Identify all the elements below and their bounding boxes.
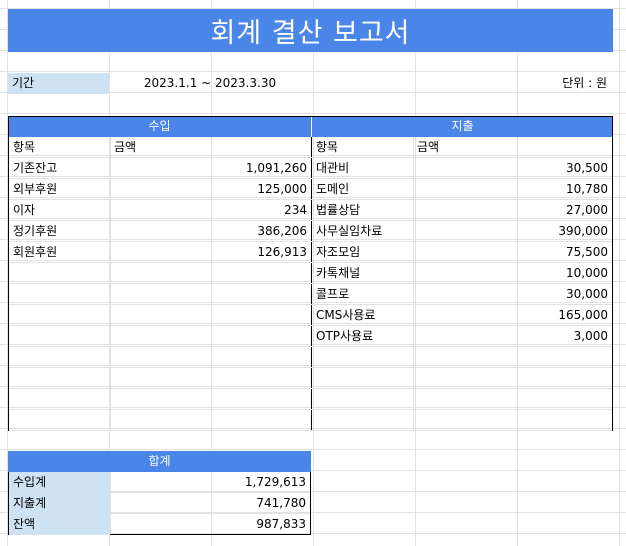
income-expense-table: 항목 금액 기존잔고 1,091,260 외부후원 125,000 이자 234 정기후원 386… <box>8 116 613 431</box>
expense-item-cell[interactable]: 도메인 <box>312 179 413 200</box>
expense-item-cell[interactable]: OTP사용료 <box>312 326 413 347</box>
summary-label-cell[interactable]: 수입계 <box>9 472 110 493</box>
income-amount-cell[interactable]: 126,913 <box>110 242 311 263</box>
expense-item-cell[interactable]: 콜프로 <box>312 284 413 305</box>
summary-label-cell[interactable]: 지출계 <box>9 493 110 514</box>
income-item-cell[interactable]: 이자 <box>9 200 110 221</box>
summary-amount-cell[interactable]: 987,833 <box>110 514 310 535</box>
expense-col-amount[interactable]: 금액 <box>413 137 612 158</box>
expense-amount-cell[interactable]: 390,000 <box>413 221 612 242</box>
income-amount-cell[interactable]: 125,000 <box>110 179 311 200</box>
expense-amount-cell[interactable]: 27,000 <box>413 200 612 221</box>
expense-amount-cell[interactable]: 165,000 <box>413 305 612 326</box>
expense-item-cell[interactable]: 법률상담 <box>312 200 413 221</box>
row-gridline <box>9 388 612 389</box>
income-item-cell[interactable]: 기존잔고 <box>9 158 110 179</box>
expense-amount-cell[interactable]: 75,500 <box>413 242 612 263</box>
expense-col-item[interactable]: 항목 <box>312 137 413 158</box>
income-item-cell[interactable]: 회원후원 <box>9 242 110 263</box>
expense-amount-cell[interactable]: 10,780 <box>413 179 612 200</box>
expense-item-cell[interactable]: 사무실임차료 <box>312 221 413 242</box>
row-gridline <box>110 513 310 514</box>
row-gridline <box>9 430 612 431</box>
unit-label[interactable]: 단위 : 원 <box>511 73 613 94</box>
summary-amount-cell[interactable]: 741,780 <box>110 493 310 514</box>
income-item-cell[interactable]: 외부후원 <box>9 179 110 200</box>
expense-amount-cell[interactable]: 10,000 <box>413 263 612 284</box>
income-item-cell[interactable]: 정기후원 <box>9 221 110 242</box>
row-gridline <box>9 409 612 410</box>
period-value[interactable]: 2023.1.1 ~ 2023.3.30 <box>109 73 311 94</box>
summary-header[interactable]: 합계 <box>8 451 311 472</box>
period-label[interactable]: 기간 <box>8 73 109 94</box>
summary-amount-cell[interactable]: 1,729,613 <box>110 472 310 493</box>
income-amount-cell[interactable]: 234 <box>110 200 311 221</box>
expense-item-cell[interactable]: 카톡채널 <box>312 263 413 284</box>
report-title: 회계 결산 보고서 <box>8 9 613 52</box>
summary-label-cell[interactable]: 잔액 <box>9 514 110 535</box>
row-gridline <box>110 492 310 493</box>
summary-table: 수입계 1,729,613 지출계 741,780 잔액 987,833 <box>8 472 311 535</box>
income-amount-cell[interactable]: 386,206 <box>110 221 311 242</box>
expense-amount-cell[interactable]: 30,500 <box>413 158 612 179</box>
income-col-item[interactable]: 항목 <box>9 137 110 158</box>
expense-amount-cell[interactable]: 30,000 <box>413 284 612 305</box>
expense-item-cell[interactable]: 자조모임 <box>312 242 413 263</box>
expense-item-cell[interactable]: CMS사용료 <box>312 305 413 326</box>
income-amount-cell[interactable]: 1,091,260 <box>110 158 311 179</box>
expense-amount-cell[interactable]: 3,000 <box>413 326 612 347</box>
col-gridline <box>110 472 111 533</box>
expense-item-cell[interactable]: 대관비 <box>312 158 413 179</box>
income-col-amount[interactable]: 금액 <box>110 137 311 158</box>
row-gridline <box>9 367 612 368</box>
